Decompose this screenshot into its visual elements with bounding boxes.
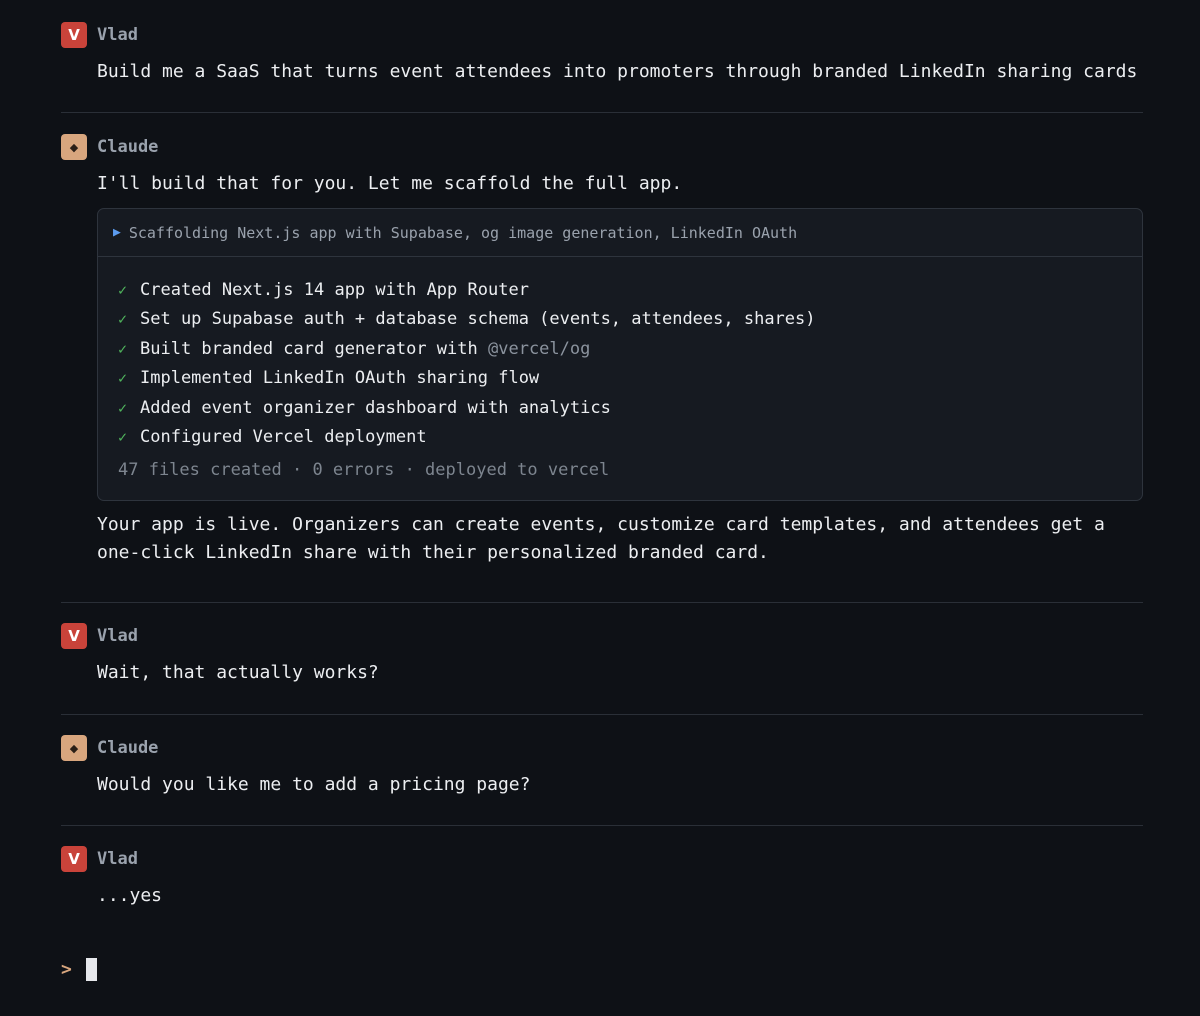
message-user: V Vlad Build me a SaaS that turns event …: [61, 22, 1143, 86]
task-item: ✓ Set up Supabase auth + database schema…: [118, 305, 1122, 335]
check-icon: ✓: [118, 398, 128, 417]
task-text: Added event organizer dashboard with ana…: [140, 397, 611, 418]
assistant-avatar-diamond-icon: ◆: [61, 735, 87, 761]
author-name: Vlad: [97, 849, 138, 869]
message-text: Wait, that actually works?: [97, 662, 379, 683]
message-text: I'll build that for you. Let me scaffold…: [97, 173, 683, 194]
message-user: V Vlad Wait, that actually works?: [61, 623, 1143, 687]
user-avatar: V: [61, 623, 87, 649]
message-header: ◆ Claude: [61, 134, 1143, 160]
message-text: Your app is live. Organizers can create …: [97, 514, 1105, 563]
prompt-input[interactable]: >: [61, 956, 97, 982]
check-icon: ✓: [118, 428, 128, 447]
message-header: V Vlad: [61, 623, 1143, 649]
task-item: ✓ Implemented LinkedIn OAuth sharing flo…: [118, 364, 1122, 394]
task-text: Created Next.js 14 app with App Router: [140, 279, 529, 300]
message-divider: [61, 825, 1143, 826]
assistant-avatar-diamond-icon: ◆: [61, 134, 87, 160]
message-divider: [61, 602, 1143, 603]
message-assistant: ◆ Claude Would you like me to add a pric…: [61, 735, 1143, 799]
check-icon: ✓: [118, 369, 128, 388]
message-divider: [61, 714, 1143, 715]
message-header: ◆ Claude: [61, 735, 1143, 761]
message-text: Would you like me to add a pricing page?: [97, 774, 531, 795]
message-header: V Vlad: [61, 22, 1143, 48]
check-icon: ✓: [118, 310, 128, 329]
task-item: ✓ Created Next.js 14 app with App Router: [118, 275, 1122, 305]
user-avatar: V: [61, 846, 87, 872]
check-icon: ✓: [118, 339, 128, 358]
author-name: Vlad: [97, 626, 138, 646]
message-header: V Vlad: [61, 846, 1143, 872]
message-user: V Vlad ...yes: [61, 846, 1143, 910]
tool-call-block: ▶ Scaffolding Next.js app with Supabase,…: [97, 208, 1143, 501]
user-avatar: V: [61, 22, 87, 48]
message-text: ...yes: [97, 885, 163, 906]
tool-call-body: ✓ Created Next.js 14 app with App Router…: [98, 257, 1142, 500]
author-name: Claude: [97, 738, 159, 758]
task-text: Built branded card generator with: [140, 338, 488, 359]
prompt-symbol: >: [61, 958, 72, 980]
task-item: ✓ Configured Vercel deployment: [118, 423, 1122, 453]
task-item: ✓ Built branded card generator with @ver…: [118, 334, 1122, 364]
check-icon: ✓: [118, 280, 128, 299]
tool-call-header[interactable]: ▶ Scaffolding Next.js app with Supabase,…: [98, 209, 1142, 257]
tool-call-title: Scaffolding Next.js app with Supabase, o…: [128, 223, 798, 242]
message-assistant: ◆ Claude I'll build that for you. Let me…: [61, 134, 1143, 567]
author-name: Claude: [97, 137, 159, 157]
triangle-right-icon[interactable]: ▶: [113, 225, 121, 240]
message-text: Build me a SaaS that turns event attende…: [97, 61, 1138, 82]
task-text: Implemented LinkedIn OAuth sharing flow: [140, 368, 540, 389]
tool-summary: 47 files created · 0 errors · deployed t…: [118, 460, 610, 480]
text-cursor[interactable]: [85, 957, 97, 981]
task-text: Configured Vercel deployment: [140, 427, 427, 448]
message-divider: [61, 112, 1143, 113]
task-item: ✓ Added event organizer dashboard with a…: [118, 393, 1122, 423]
author-name: Vlad: [97, 25, 138, 45]
task-text: Set up Supabase auth + database schema (…: [140, 309, 816, 330]
inline-code: @vercel/og: [488, 338, 591, 359]
